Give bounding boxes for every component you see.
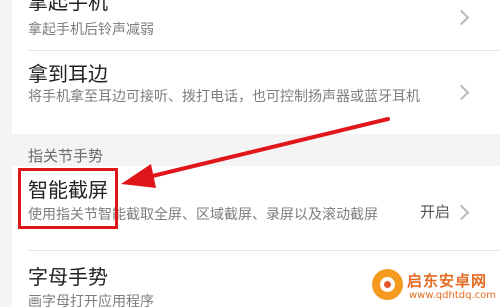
settings-row-ear[interactable]: 拿到耳边 将手机拿至耳边可接听、拨打电话，也可控制扬声器或蓝牙耳机 bbox=[12, 51, 500, 134]
row-pickup-subtitle: 拿起手机后铃声减弱 bbox=[28, 22, 154, 38]
watermark: 启东安卓网 www.qdhtdq.com bbox=[372, 268, 500, 307]
settings-screen: 拿起手机 拿起手机后铃声减弱 拿到耳边 将手机拿至耳边可接听、拨打电话，也可控制… bbox=[0, 0, 500, 307]
row-ear-title: 拿到耳边 bbox=[28, 62, 108, 86]
chevron-right-icon bbox=[453, 9, 470, 26]
row-ear-subtitle: 将手机拿至耳边可接听、拨打电话，也可控制扬声器或蓝牙耳机 bbox=[28, 89, 420, 105]
watermark-logo-icon bbox=[372, 269, 403, 300]
chevron-right-icon bbox=[453, 204, 470, 221]
section-header-knuckle: 指关节手势 bbox=[28, 147, 104, 165]
settings-row-pickup[interactable]: 拿起手机 拿起手机后铃声减弱 bbox=[12, 0, 500, 50]
row-smart-screenshot-value: 开启 bbox=[420, 203, 451, 221]
chevron-right-icon bbox=[453, 84, 470, 101]
settings-row-smart-screenshot[interactable]: 智能截屏 使用指关节智能截取全屏、区域截屏、录屏以及滚动截屏 开启 bbox=[12, 166, 500, 250]
row-letter-gesture-title: 字母手势 bbox=[28, 265, 108, 289]
row-pickup-title: 拿起手机 bbox=[28, 0, 108, 14]
settings-card-motion: 拿起手机 拿起手机后铃声减弱 拿到耳边 将手机拿至耳边可接听、拨打电话，也可控制… bbox=[12, 0, 500, 134]
row-letter-gesture-subtitle: 画字母打开应用程序 bbox=[28, 294, 154, 307]
row-smart-screenshot-subtitle: 使用指关节智能截取全屏、区域截屏、录屏以及滚动截屏 bbox=[28, 207, 378, 223]
row-smart-screenshot-title: 智能截屏 bbox=[28, 178, 108, 202]
watermark-site-name: 启东安卓网 bbox=[407, 272, 488, 290]
watermark-url: www.qdhtdq.com bbox=[409, 290, 496, 301]
